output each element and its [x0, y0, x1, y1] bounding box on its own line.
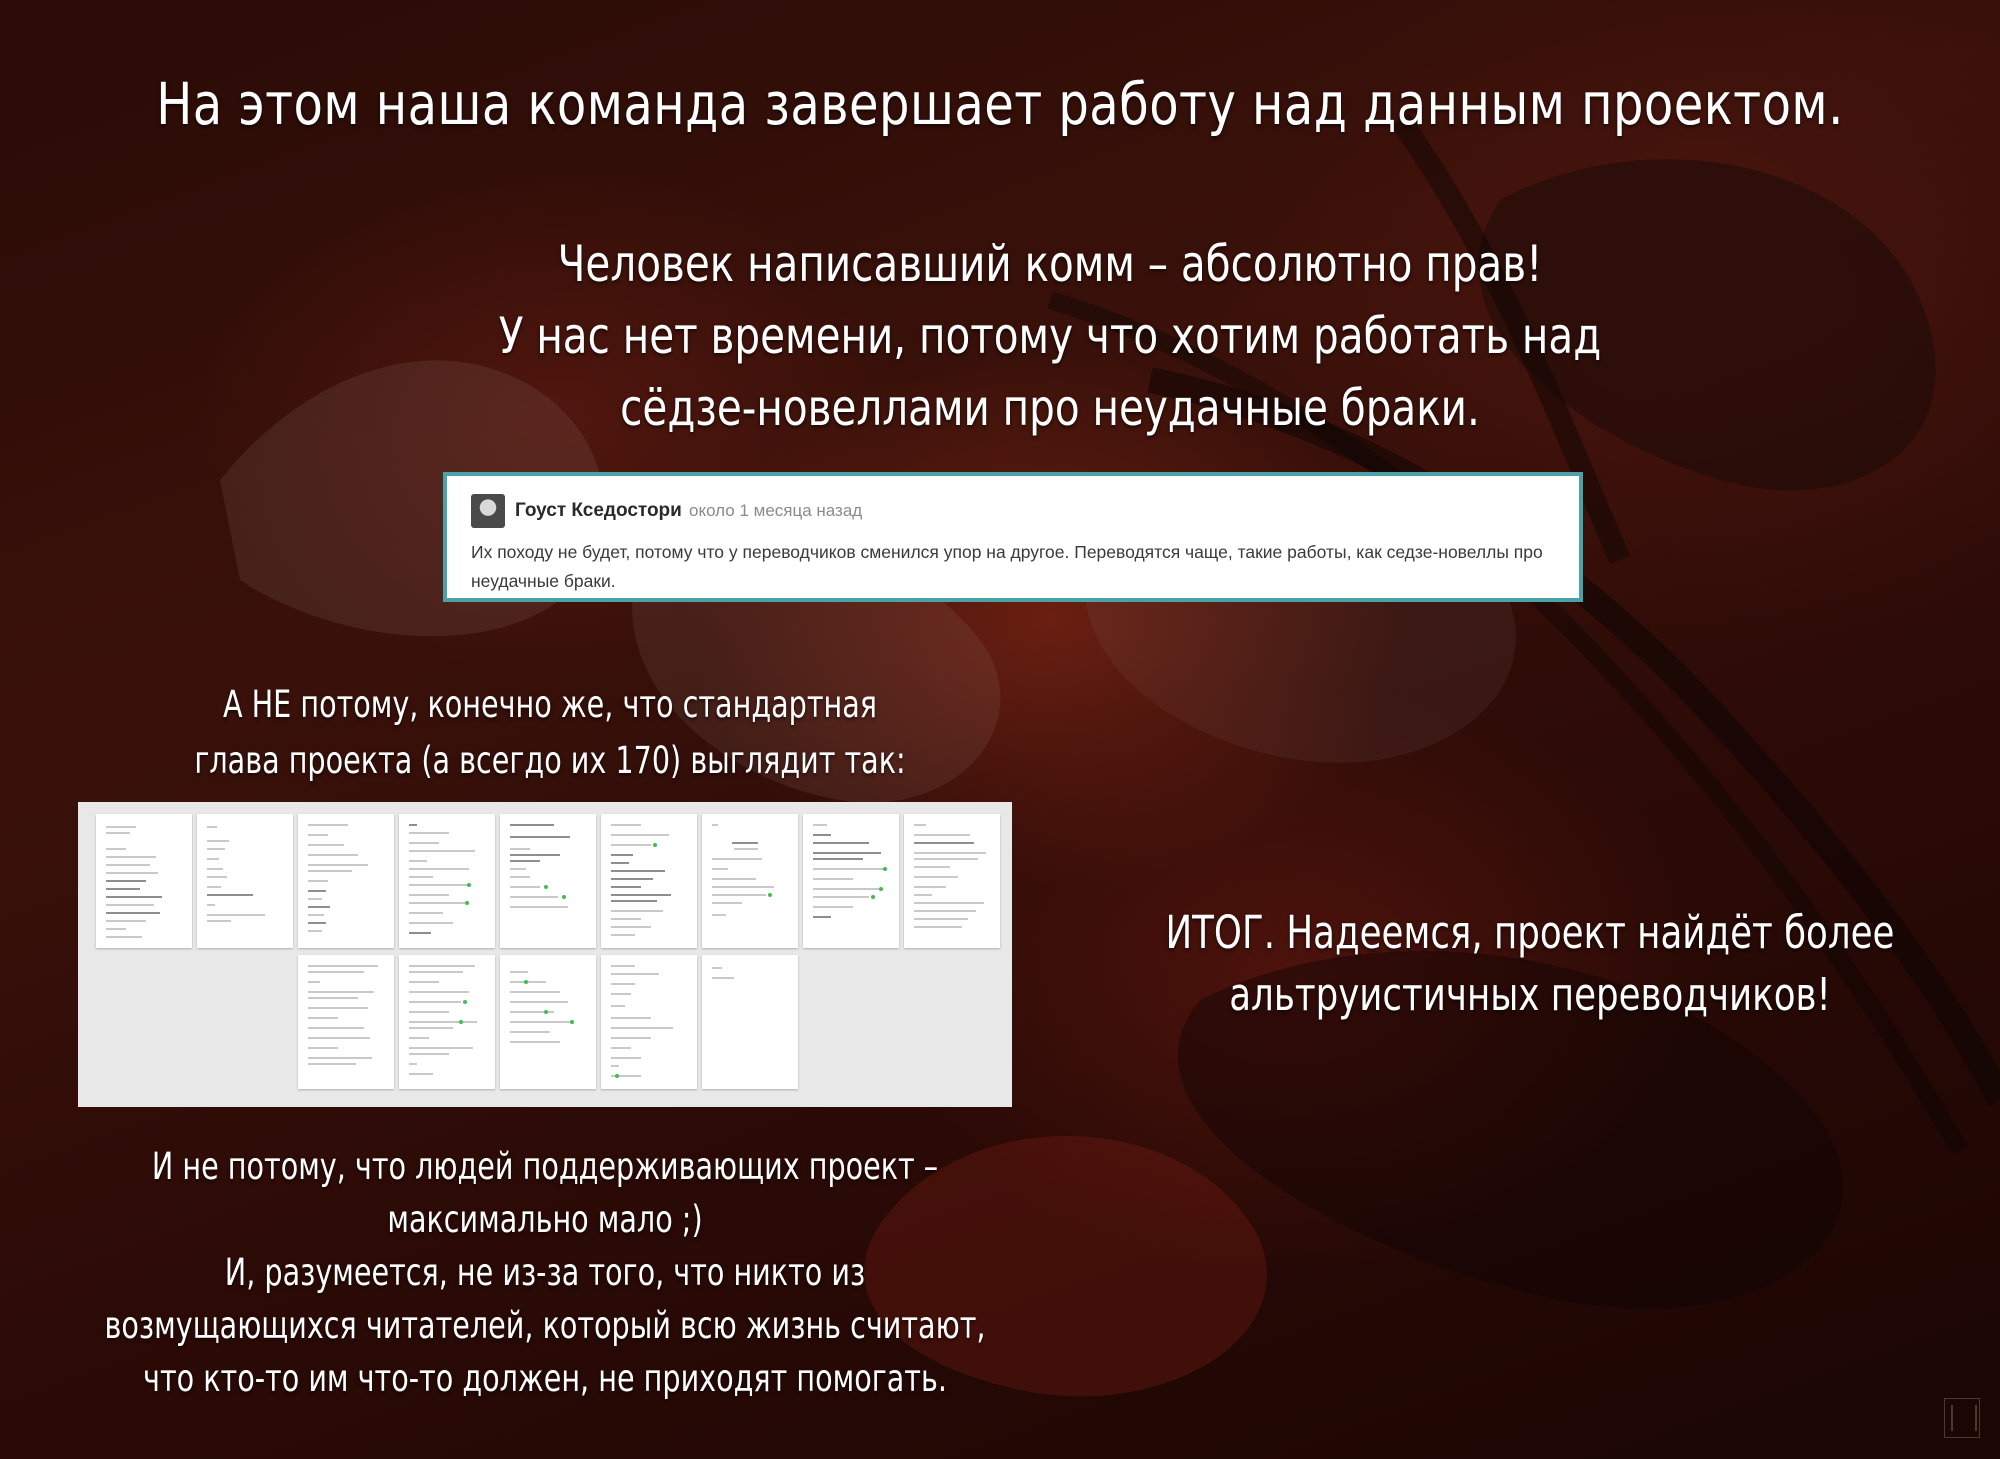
document-page [96, 814, 192, 948]
comment-text: Их походу не будет, потому что у перевод… [471, 542, 1543, 591]
document-page [197, 814, 293, 948]
document-page [702, 814, 798, 948]
document-page [904, 814, 1000, 948]
document-page [500, 814, 596, 948]
not-because-text: А НЕ потому, конечно же, что стандартная… [194, 683, 906, 782]
document-page [399, 814, 495, 948]
avatar-icon [471, 494, 505, 528]
comment-timestamp: около 1 месяца назад [689, 501, 863, 520]
document-page [601, 955, 697, 1089]
document-preview [78, 802, 1012, 1107]
document-page [500, 955, 596, 1089]
seal-icon [1944, 1398, 1980, 1438]
comment-author[interactable]: Гоуст Кседостори [515, 500, 682, 522]
document-page [298, 814, 394, 948]
bottom-text: И не потому, что людей поддерживающих пр… [104, 1145, 986, 1400]
comment-card: Гоуст Кседостори около 1 месяца назад Их… [443, 472, 1583, 602]
conclusion-text: ИТОГ. Надеемся, проект найдёт более альт… [1165, 906, 1895, 1021]
document-page [399, 955, 495, 1089]
document-page [803, 814, 899, 948]
document-page [298, 955, 394, 1089]
document-page [702, 955, 798, 1089]
statement-text: Человек написавший комм – абсолютно прав… [498, 235, 1602, 437]
document-page [601, 814, 697, 948]
headline: На этом наша команда завершает работу на… [156, 70, 1844, 138]
